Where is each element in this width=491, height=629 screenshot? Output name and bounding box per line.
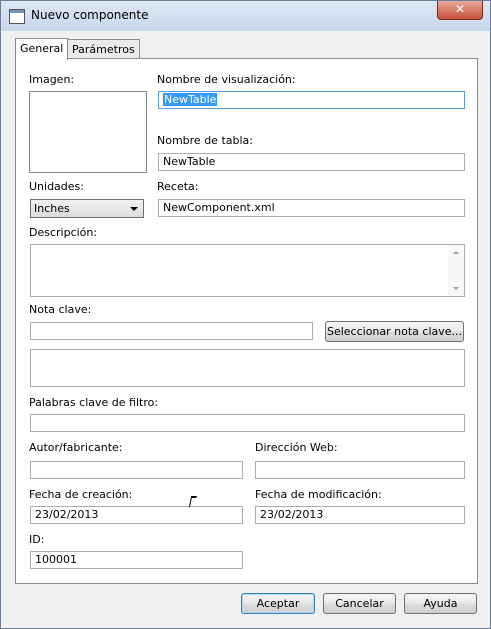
units-label: Unidades: (29, 180, 84, 193)
window-icon (9, 9, 25, 24)
help-button[interactable]: Ayuda (404, 593, 477, 614)
recipe-field[interactable]: NewComponent.xml (158, 199, 465, 217)
general-panel: Imagen: Nombre de visualización: NewTabl… (15, 58, 478, 584)
scroll-down-icon[interactable] (453, 287, 459, 290)
close-button[interactable]: ✕ (437, 1, 483, 20)
key-note-text (30, 349, 465, 387)
modified-field[interactable]: 23/02/2013 (255, 506, 465, 524)
accept-button[interactable]: Aceptar (241, 593, 315, 614)
select-key-note-button[interactable]: Seleccionar nota clave... (325, 321, 464, 342)
chevron-down-icon (130, 207, 138, 211)
table-name-field[interactable]: NewTable (158, 153, 465, 171)
display-name-label: Nombre de visualización: (157, 73, 296, 86)
tab-general[interactable]: General (15, 38, 69, 60)
cancel-button[interactable]: Cancelar (323, 593, 396, 614)
display-name-value: NewTable (163, 93, 218, 106)
scroll-up-icon[interactable] (453, 251, 459, 254)
recipe-label: Receta: (157, 180, 199, 193)
filter-keywords-field[interactable] (30, 414, 465, 432)
display-name-field[interactable]: NewTable (158, 91, 465, 109)
modified-label: Fecha de modificación: (255, 488, 382, 501)
author-label: Autor/fabricante: (29, 441, 123, 454)
window-title: Nuevo componente (31, 8, 149, 22)
table-name-label: Nombre de tabla: (157, 134, 253, 147)
tab-parameters[interactable]: Parámetros (67, 39, 140, 59)
id-field[interactable]: 100001 (30, 551, 243, 569)
created-label: Fecha de creación: (29, 488, 133, 501)
description-label: Descripción: (29, 226, 98, 239)
id-label: ID: (29, 533, 45, 546)
units-dropdown[interactable]: Inches (30, 199, 144, 218)
author-field[interactable] (30, 461, 243, 479)
description-field[interactable] (30, 244, 465, 297)
filter-keywords-label: Palabras clave de filtro: (29, 396, 159, 409)
dialog-window: Nuevo componente ✕ General Parámetros Im… (0, 0, 491, 629)
key-note-field[interactable] (30, 322, 313, 340)
units-value: Inches (34, 202, 70, 215)
web-label: Dirección Web: (255, 441, 338, 454)
web-field[interactable] (255, 461, 465, 479)
description-scrollbar[interactable] (448, 245, 464, 296)
key-note-label: Nota clave: (29, 303, 92, 316)
image-box[interactable] (29, 91, 147, 173)
image-label: Imagen: (29, 73, 75, 86)
title-bar[interactable]: Nuevo componente ✕ (1, 1, 490, 31)
created-field[interactable]: 23/02/2013 (30, 506, 243, 524)
